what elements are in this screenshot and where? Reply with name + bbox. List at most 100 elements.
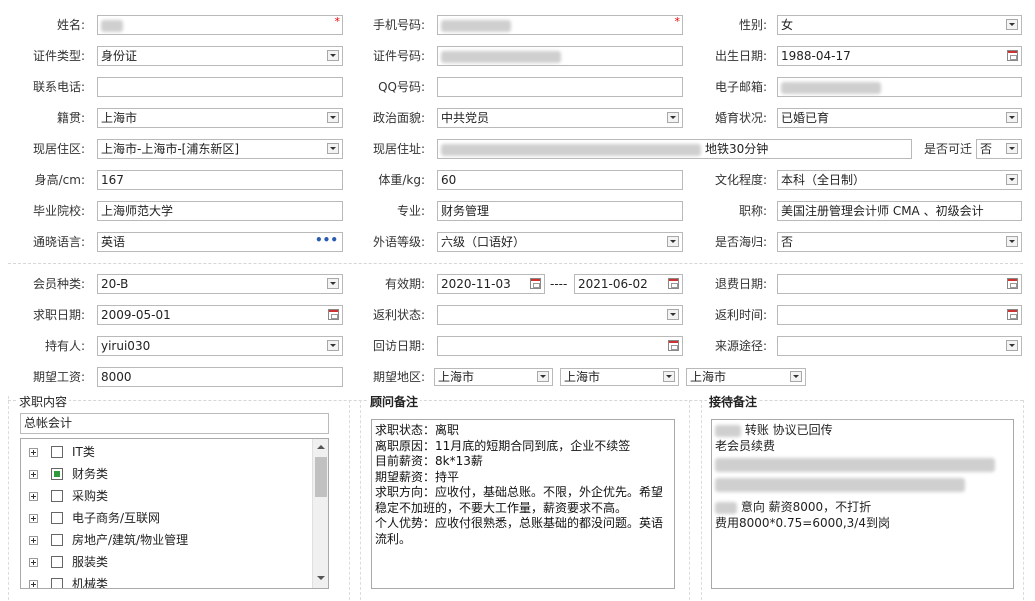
region-province-select[interactable]: 上海市 [434,368,553,386]
chevron-down-icon[interactable] [327,278,339,289]
expand-icon[interactable] [29,514,38,523]
expand-icon[interactable] [29,580,38,588]
calendar-icon[interactable] [668,340,679,351]
expand-icon[interactable] [29,470,38,479]
checkbox[interactable] [51,578,63,588]
relocate-select[interactable]: 否 [976,139,1022,159]
chevron-down-icon[interactable] [663,371,675,382]
calendar-icon[interactable] [1007,278,1018,289]
school-field[interactable]: 上海师范大学 [97,201,343,221]
major-field[interactable]: 财务管理 [437,201,683,221]
tree-item-label: 机械类 [72,577,109,589]
id-type-select[interactable]: 身份证 [97,46,343,66]
chevron-down-icon[interactable] [1006,236,1018,247]
expand-icon[interactable] [29,558,38,567]
chevron-down-icon[interactable] [790,371,802,382]
checkbox[interactable] [51,512,63,524]
job-category-tree[interactable]: IT类 财务类 采购类 电子商务/互联网 房地产/建筑/物业管理 服装类 机械类 [20,438,329,589]
height-field[interactable]: 167 [97,170,343,190]
lang-level-value: 六级（口语好） [441,235,526,249]
region-district-select[interactable]: 上海市 [686,368,806,386]
checkbox[interactable] [51,556,63,568]
refund-date-field[interactable] [777,274,1022,294]
education-value: 本科（全日制） [781,173,866,187]
expand-icon[interactable] [29,492,38,501]
chevron-down-icon[interactable] [1006,340,1018,351]
tree-item-label: 房地产/建筑/物业管理 [72,533,189,547]
gender-select[interactable]: 女 [777,15,1022,35]
calendar-icon[interactable] [530,278,541,289]
address-label: 现居住址: [372,142,425,156]
calendar-icon[interactable] [1007,309,1018,320]
chevron-down-icon[interactable] [667,236,679,247]
tree-scrollbar[interactable] [312,439,328,588]
checkbox[interactable] [51,468,63,480]
chevron-down-icon[interactable] [1006,112,1018,123]
contact-phone-label: 联系电话: [32,80,85,94]
political-select[interactable]: 中共党员 [437,108,683,128]
professional-title-field[interactable]: 美国注册管理会计师 CMA 、初级会计 [777,201,1022,221]
chevron-down-icon[interactable] [327,112,339,123]
name-field[interactable]: * [97,15,343,35]
salary-field[interactable]: 8000 [97,367,343,387]
overseas-select[interactable]: 否 [777,232,1022,252]
marital-value: 已婚已育 [781,111,830,125]
tree-item-label: 财务类 [72,467,109,481]
email-field[interactable] [777,77,1022,97]
calendar-icon[interactable] [1007,50,1018,61]
chevron-down-icon[interactable] [327,143,339,154]
contact-phone-field[interactable] [97,77,343,97]
valid-from-field[interactable]: 2020-11-03 [437,274,545,294]
address-field[interactable]: 地铁30分钟 [437,139,912,159]
language-label: 通晓语言: [32,235,85,249]
residence-select[interactable]: 上海市-上海市-[浦东新区] [97,139,343,159]
phone-field[interactable]: * [437,15,683,35]
calendar-icon[interactable] [668,278,679,289]
advisor-notes-textarea[interactable]: 求职状态：离职 离职原因：11月底的短期合同到底，企业不续签 目前薪资：8k*1… [371,419,675,589]
member-type-select[interactable]: 20-B [97,274,343,294]
expand-icon[interactable] [29,448,38,457]
selected-job-field[interactable]: 总帐会计 [20,413,329,434]
scrollbar-thumb[interactable] [315,457,327,497]
calendar-icon[interactable] [328,309,339,320]
education-select[interactable]: 本科（全日制） [777,170,1022,190]
chevron-down-icon[interactable] [537,371,549,382]
marital-select[interactable]: 已婚已育 [777,108,1022,128]
lang-level-select[interactable]: 六级（口语好） [437,232,683,252]
qq-field[interactable] [437,77,683,97]
chevron-down-icon[interactable] [1006,174,1018,185]
chevron-down-icon[interactable] [667,309,679,320]
height-value: 167 [101,173,124,187]
revisit-date-field[interactable] [437,336,683,356]
chevron-down-icon[interactable] [327,340,339,351]
rebate-time-field[interactable] [777,305,1022,325]
weight-field[interactable]: 60 [437,170,683,190]
gender-value: 女 [781,18,794,32]
redacted-text [715,424,741,437]
email-label: 电子邮箱: [714,80,767,94]
more-options-icon[interactable]: ••• [315,233,338,249]
region-city-select[interactable]: 上海市 [560,368,679,386]
scroll-down-icon[interactable] [317,576,325,580]
chevron-down-icon[interactable] [1006,19,1018,30]
reception-notes-textarea[interactable]: 转账 协议已回传 老会员续费 意向 薪资8000，不打折 费用8000*0.75… [711,419,1014,589]
checkbox[interactable] [51,534,63,546]
rebate-status-select[interactable] [437,305,683,325]
id-no-field[interactable] [437,46,683,66]
valid-to-field[interactable]: 2021-06-02 [574,274,683,294]
scroll-up-icon[interactable] [317,445,325,449]
chevron-down-icon[interactable] [667,112,679,123]
birth-date-field[interactable]: 1988-04-17 [777,46,1022,66]
checkbox[interactable] [51,490,63,502]
apply-date-field[interactable]: 2009-05-01 [97,305,343,325]
language-field[interactable]: 英语 ••• [97,232,343,252]
checkbox[interactable] [51,446,63,458]
region-city-value: 上海市 [564,370,601,384]
chevron-down-icon[interactable] [1006,143,1018,154]
expand-icon[interactable] [29,536,38,545]
qq-label: QQ号码: [378,80,425,94]
holder-select[interactable]: yirui030 [97,336,343,356]
native-select[interactable]: 上海市 [97,108,343,128]
source-select[interactable] [777,336,1022,356]
chevron-down-icon[interactable] [327,50,339,61]
